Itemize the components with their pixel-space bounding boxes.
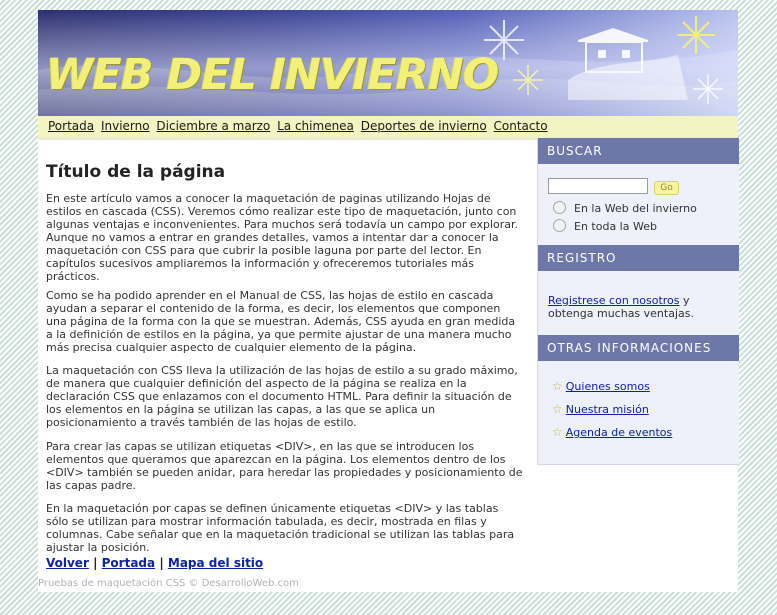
search-input[interactable] <box>548 178 648 194</box>
radio-icon[interactable] <box>553 201 566 214</box>
star-icon: ☆ <box>552 379 563 393</box>
page-container: WEB DEL INVIERNO Portada Invierno Diciem… <box>38 10 739 592</box>
paragraph: Para crear las capas se utilizan etiquet… <box>46 440 523 492</box>
site-logo-title: WEB DEL INVIERNO <box>46 50 499 100</box>
info-link[interactable]: Quienes somos <box>566 380 650 393</box>
link-separator: | <box>93 556 98 570</box>
star-icon: ☆ <box>552 425 563 439</box>
paragraph: En la maquetación por capas se definen ú… <box>46 502 515 554</box>
info-item-nuestra-mision[interactable]: ☆ Nuestra misión <box>552 402 649 416</box>
register-text: Registrese con nosotros y obtenga muchas… <box>548 294 694 320</box>
main-content: Título de la página En este artículo vam… <box>38 140 537 580</box>
volver-link[interactable]: Volver <box>46 556 89 570</box>
paragraph: En este artículo vamos a conocer la maqu… <box>46 192 519 283</box>
search-option-toda-la-web[interactable]: En toda la Web <box>553 219 657 233</box>
mapa-del-sitio-link[interactable]: Mapa del sitio <box>168 556 263 570</box>
nav-item-deportes-de-invierno[interactable]: Deportes de invierno <box>361 119 487 133</box>
search-go-button[interactable]: Go <box>654 181 679 195</box>
info-item-quienes-somos[interactable]: ☆ Quienes somos <box>552 379 650 393</box>
star-icon: ☆ <box>552 402 563 416</box>
radio-label: En la Web del invierno <box>574 202 697 215</box>
search-option-web-del-invierno[interactable]: En la Web del invierno <box>553 201 697 215</box>
top-navigation: Portada Invierno Diciembre a marzo La ch… <box>38 116 738 140</box>
paragraph: La maquetación con CSS lleva la utilizac… <box>46 364 518 429</box>
radio-label: En toda la Web <box>574 220 657 233</box>
bottom-links: Volver | Portada | Mapa del sitio <box>46 556 263 570</box>
info-item-agenda-de-eventos[interactable]: ☆ Agenda de eventos <box>552 425 672 439</box>
info-link[interactable]: Agenda de eventos <box>566 426 673 439</box>
nav-item-contacto[interactable]: Contacto <box>494 119 548 133</box>
nav-item-invierno[interactable]: Invierno <box>101 119 150 133</box>
nav-item-la-chimenea[interactable]: La chimenea <box>277 119 354 133</box>
info-heading: OTRAS INFORMACIONES <box>538 335 739 361</box>
page-title: Título de la página <box>46 162 226 182</box>
link-separator: | <box>159 556 164 570</box>
footer-text: Pruebas de maquetación CSS © DesarrolloW… <box>38 578 299 589</box>
register-link[interactable]: Registrese con nosotros <box>548 294 680 307</box>
paragraph: Como se ha podido aprender en el Manual … <box>46 289 516 354</box>
info-link[interactable]: Nuestra misión <box>566 403 649 416</box>
sidebar: BUSCAR Go En la Web del invierno En toda… <box>537 138 739 465</box>
nav-item-portada[interactable]: Portada <box>48 119 94 133</box>
radio-icon[interactable] <box>553 219 566 232</box>
search-heading: BUSCAR <box>538 138 739 164</box>
portada-link[interactable]: Portada <box>102 556 155 570</box>
nav-item-diciembre-a-marzo[interactable]: Diciembre a marzo <box>156 119 270 133</box>
register-heading: REGISTRO <box>538 245 739 271</box>
header-banner: WEB DEL INVIERNO <box>38 10 738 116</box>
